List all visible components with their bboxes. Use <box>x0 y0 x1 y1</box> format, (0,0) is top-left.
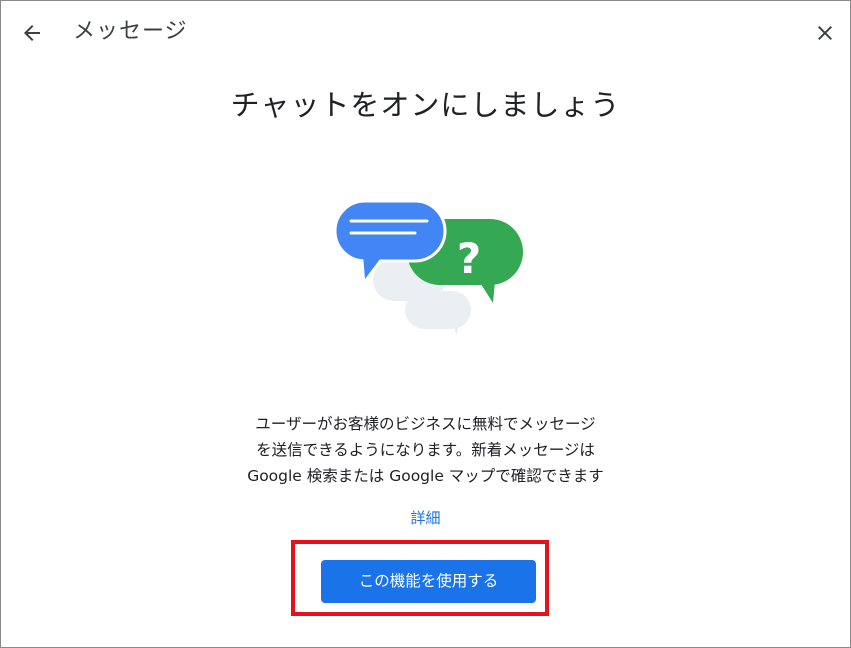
question-mark-icon: ? <box>457 234 481 283</box>
blue-bubble <box>333 199 447 263</box>
learn-more-link[interactable]: 詳細 <box>410 509 440 527</box>
shadow-bubble <box>405 291 471 329</box>
dialog: メッセージ チャットをオンにしましょう ? ユーザーがお客様のビジネスに無料でメ… <box>0 0 851 648</box>
shadow-bubble-tail <box>451 323 459 335</box>
page-title: メッセージ <box>73 19 188 44</box>
description-line: を送信できるようになります。新着メッセージは <box>256 441 595 459</box>
chat-bubbles-illustration: ? <box>333 199 523 335</box>
close-icon <box>818 26 832 40</box>
arrow-back-icon <box>24 25 40 41</box>
description-line: ユーザーがお客様のビジネスに無料でメッセージ <box>255 415 596 433</box>
learn-more-container: 詳細 <box>1 506 850 530</box>
headline: チャットをオンにしましょう <box>230 88 621 122</box>
green-bubble-tail <box>479 281 495 303</box>
description: ユーザーがお客様のビジネスに無料でメッセージ を送信できるようになります。新着メ… <box>1 411 850 489</box>
back-button[interactable] <box>15 16 49 50</box>
close-button[interactable] <box>808 16 842 50</box>
enable-feature-button[interactable]: この機能を使用する <box>321 560 536 603</box>
description-line: Google 検索または Google マップで確認できます <box>247 467 604 485</box>
